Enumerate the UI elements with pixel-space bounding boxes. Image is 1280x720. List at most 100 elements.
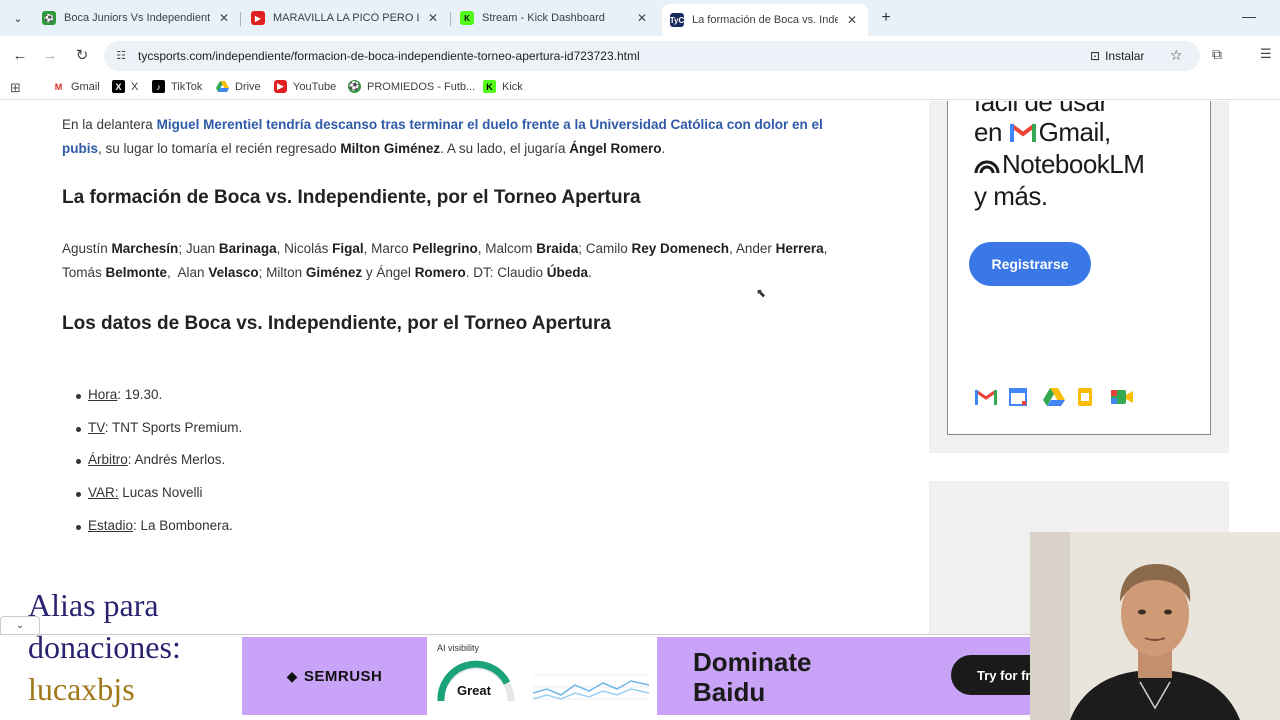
google-workspace-ad[interactable]: fácil de usar en Gmail, NotebookLM y más…	[947, 101, 1211, 435]
donation-overlay: Alias para donaciones: lucaxbjs	[28, 584, 181, 710]
address-bar[interactable]: ☷ tycsports.com/independiente/formacion-…	[104, 41, 1200, 71]
bookmark-star-icon[interactable]: ☆	[1170, 47, 1183, 64]
bookmark-label: YouTube	[293, 80, 337, 93]
player-name: Giménez	[305, 265, 363, 280]
text: , Ander	[729, 241, 776, 256]
notebooklm-logo-icon	[974, 151, 1000, 182]
text: . A su lado, el jugaría	[440, 141, 570, 156]
tiktok-icon: ♪	[152, 80, 165, 93]
data-key-link[interactable]: VAR:	[88, 485, 119, 500]
tab-search-icon[interactable]: ⌄	[8, 8, 28, 28]
new-tab-button[interactable]: +	[876, 8, 896, 28]
player-name: Rey Domenech	[631, 241, 730, 256]
text: . DT: Claudio	[465, 265, 547, 280]
overlay-line: donaciones:	[28, 629, 181, 665]
list-item: Árbitro: Andrés Merlos.	[75, 452, 242, 485]
data-value: : TNT Sports Premium.	[104, 419, 243, 435]
close-tab-icon[interactable]: ✕	[425, 11, 441, 25]
reload-button[interactable]: ↻	[72, 46, 92, 66]
close-tab-icon[interactable]: ✕	[634, 11, 650, 25]
bookmark-label: TikTok	[171, 80, 203, 93]
tab-boca-independiente[interactable]: ⚽ Boca Juniors Vs Independiente ✕	[34, 4, 240, 32]
workspace-app-icons	[974, 387, 1134, 407]
tab-title: Stream - Kick Dashboard	[482, 12, 605, 24]
kick-favicon-icon: K	[460, 11, 474, 25]
ad-text-line: fácil de usar	[974, 101, 1108, 117]
ad-text: NotebookLM	[1002, 149, 1145, 179]
url-text[interactable]: tycsports.com/independiente/formacion-de…	[138, 49, 640, 63]
tab-kick-dashboard[interactable]: K Stream - Kick Dashboard ✕	[452, 4, 658, 32]
dominate-baidu-ad[interactable]: Dominate Baidu Try for fr	[657, 637, 1041, 715]
ad-headline-line: Dominate	[693, 647, 812, 677]
forward-button[interactable]: →	[40, 46, 60, 66]
text: y Ángel	[362, 265, 415, 280]
tab-title: La formación de Boca vs. Indep	[692, 14, 838, 26]
text: .	[588, 265, 592, 280]
gmail-icon	[974, 387, 998, 407]
text: .	[661, 141, 666, 156]
data-value: : 19.30.	[117, 387, 163, 402]
site-info-icon[interactable]: ☷	[114, 49, 128, 63]
tab-title: Boca Juniors Vs Independiente	[64, 12, 210, 24]
player-name: Úbeda	[546, 265, 589, 280]
mouse-cursor-icon: ⬉	[756, 286, 767, 300]
bookmark-label: Gmail	[71, 80, 100, 93]
ad-text-line: NotebookLM	[974, 149, 1145, 182]
ai-visibility-widget: AI visibility Great	[427, 637, 657, 715]
bookmark-youtube[interactable]: ▶ YouTube	[274, 80, 336, 93]
drive-icon	[1042, 387, 1066, 407]
bookmarks-bar: ⊞ M Gmail X X ♪ TikTok Drive ▶ YouTube ⚽…	[0, 76, 1280, 100]
player-name: Braida	[536, 241, 579, 256]
try-free-button[interactable]: Try for fr	[951, 655, 1041, 695]
bookmark-promiedos[interactable]: ⚽ PROMIEDOS - Futb...	[348, 80, 475, 93]
player-name: Belmonte	[105, 265, 168, 280]
install-app-button[interactable]: ⊡ Instalar	[1090, 47, 1144, 65]
gmail-logo-icon	[1009, 119, 1037, 150]
ad-headline-line: Baidu	[693, 677, 766, 707]
register-button[interactable]: Registrarse	[969, 242, 1091, 286]
bookmark-tiktok[interactable]: ♪ TikTok	[152, 80, 202, 93]
meet-icon	[1110, 387, 1134, 407]
text: Agustín	[62, 241, 112, 256]
bookmark-gmail[interactable]: M Gmail	[52, 80, 100, 93]
tab-tyc-article[interactable]: TyC La formación de Boca vs. Indep ✕	[662, 4, 868, 36]
player-name: Barinaga	[218, 241, 277, 256]
youtube-favicon-icon: ▶	[251, 11, 265, 25]
data-value: : La Bombonera.	[133, 517, 233, 533]
extensions-icon[interactable]: ⧉	[1212, 46, 1222, 63]
bookmark-label: Drive	[235, 80, 261, 93]
bookmark-drive[interactable]: Drive	[216, 80, 261, 93]
semrush-logo[interactable]: ◆ SEMRUSH	[242, 637, 427, 715]
player-name: Figal	[332, 241, 364, 256]
bookmark-kick[interactable]: K Kick	[483, 80, 523, 93]
tab-youtube-video[interactable]: ▶ MARAVILLA LA PICÓ PERO LO ✕	[243, 4, 449, 32]
data-key-link[interactable]: Hora	[88, 387, 117, 402]
promiedos-icon: ⚽	[348, 80, 361, 93]
heading-datos: Los datos de Boca vs. Independiente, por…	[62, 313, 611, 334]
ad-text-line: y más.	[974, 181, 1048, 211]
ai-score-label: Great	[457, 683, 491, 698]
data-key-link[interactable]: Árbitro	[88, 452, 128, 467]
data-value: Lucas Novelli	[118, 485, 203, 501]
text: ; Camilo	[578, 241, 632, 256]
side-panel-icon[interactable]: ☰	[1260, 46, 1272, 62]
text: , Nicolás	[276, 241, 333, 256]
calendar-icon	[1008, 387, 1032, 407]
close-tab-icon[interactable]: ✕	[216, 11, 232, 25]
text: , Malcom	[477, 241, 537, 256]
data-key-link[interactable]: Estadio	[88, 518, 133, 533]
data-key-link[interactable]: TV	[88, 420, 105, 435]
webcam-feed	[1030, 532, 1280, 720]
tab-strip: ⌄ ⚽ Boca Juniors Vs Independiente ✕ ▶ MA…	[0, 0, 1280, 36]
bookmark-label: X	[131, 80, 139, 93]
player-name: Romero	[414, 265, 466, 280]
tab-title: MARAVILLA LA PICÓ PERO LO	[273, 12, 419, 24]
ai-visibility-label: AI visibility	[437, 643, 480, 653]
apps-grid-icon[interactable]: ⊞	[10, 80, 21, 96]
minimize-window-icon[interactable]: —	[1242, 8, 1256, 24]
back-button[interactable]: ←	[10, 46, 30, 66]
bookmark-x[interactable]: X X	[112, 80, 138, 93]
text: ; Milton	[258, 265, 306, 280]
close-tab-icon[interactable]: ✕	[844, 13, 860, 27]
promiedos-favicon-icon: ⚽	[42, 11, 56, 25]
